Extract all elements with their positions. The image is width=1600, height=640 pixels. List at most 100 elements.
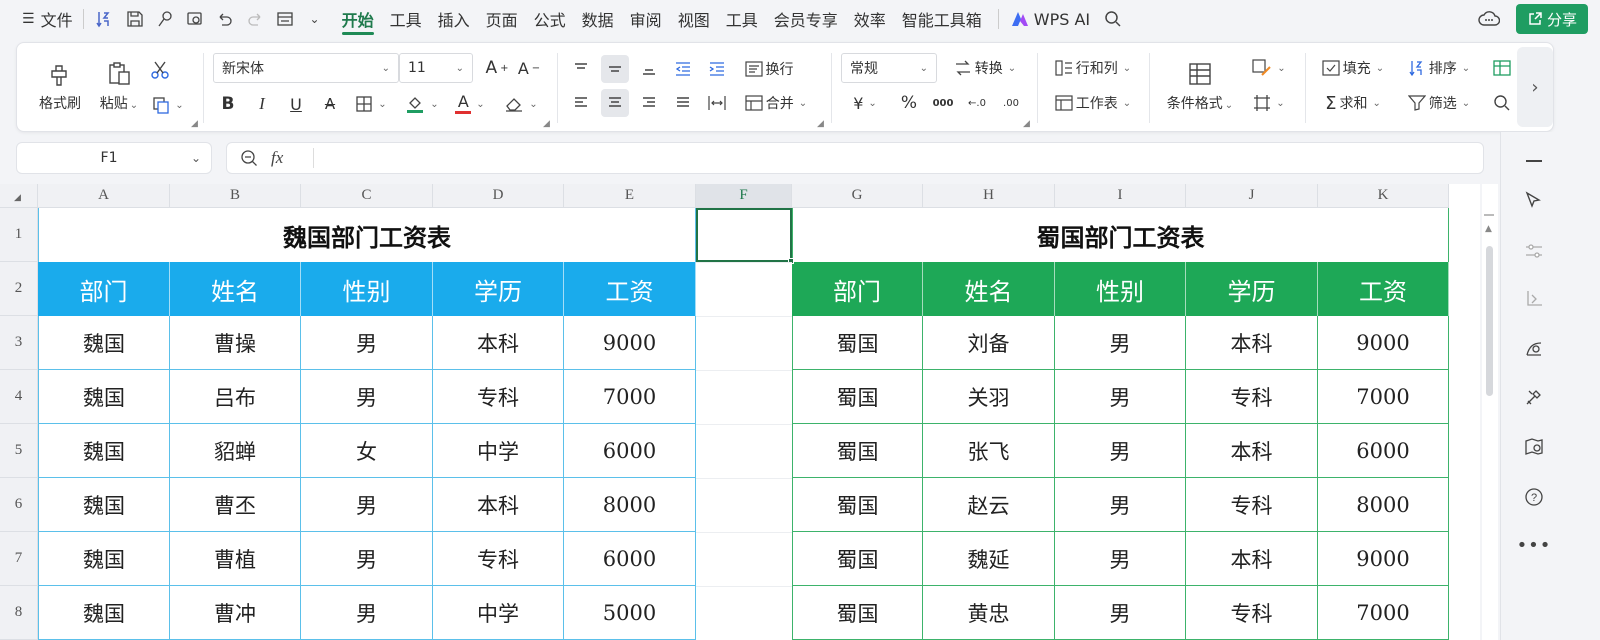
wei-data-cell[interactable]: 6000	[564, 424, 696, 478]
shu-data-cell[interactable]: 关羽	[923, 370, 1055, 424]
wei-header-cell[interactable]: 部门	[38, 262, 170, 316]
cloud-icon[interactable]	[1474, 4, 1504, 34]
shu-header-cell[interactable]: 学历	[1186, 262, 1318, 316]
fx-icon[interactable]: fx	[271, 148, 301, 168]
font-expand-icon[interactable]: ◢	[543, 119, 550, 129]
merge-button[interactable]: 合并 ⌄	[739, 89, 813, 117]
shu-data-cell[interactable]: 刘备	[923, 316, 1055, 370]
column-header-a[interactable]: A	[38, 184, 170, 208]
shu-data-cell[interactable]: 专科	[1186, 370, 1318, 424]
shu-data-cell[interactable]: 7000	[1318, 586, 1449, 640]
increase-decimal-icon[interactable]: ←.0	[963, 89, 991, 117]
align-top-icon[interactable]	[567, 55, 595, 83]
decrease-font-icon[interactable]: A −	[515, 53, 543, 83]
column-header-h[interactable]: H	[923, 184, 1055, 208]
tab-formula[interactable]: 公式	[526, 0, 574, 38]
zoom-search-icon[interactable]	[227, 149, 271, 167]
shu-data-cell[interactable]: 蜀国	[792, 586, 923, 640]
fill-button[interactable]: 填充 ⌄	[1315, 53, 1391, 83]
wei-data-cell[interactable]: 魏国	[38, 316, 170, 370]
wei-data-cell[interactable]: 专科	[433, 532, 564, 586]
tab-view[interactable]: 视图	[670, 0, 718, 38]
wei-header-cell[interactable]: 学历	[433, 262, 564, 316]
tab-data[interactable]: 数据	[574, 0, 622, 38]
shu-data-cell[interactable]: 男	[1055, 478, 1186, 532]
row-header-1[interactable]: 1	[0, 208, 38, 262]
shu-data-cell[interactable]: 9000	[1318, 532, 1449, 586]
wei-data-cell[interactable]: 5000	[564, 586, 696, 640]
shu-data-cell[interactable]: 蜀国	[792, 424, 923, 478]
border-icon[interactable]: ⌄	[351, 89, 391, 119]
tab-home[interactable]: 开始	[334, 0, 382, 38]
cut-icon[interactable]	[145, 55, 175, 85]
align-right-icon[interactable]	[635, 89, 663, 117]
shu-data-cell[interactable]: 本科	[1186, 424, 1318, 478]
align-bottom-icon[interactable]	[635, 55, 663, 83]
rows-cols-button[interactable]: 行和列 ⌄	[1049, 53, 1137, 83]
collapse-icon[interactable]	[1501, 146, 1567, 176]
shu-data-cell[interactable]: 蜀国	[792, 478, 923, 532]
column-header-i[interactable]: I	[1055, 184, 1186, 208]
shu-data-cell[interactable]: 男	[1055, 532, 1186, 586]
shu-data-cell[interactable]: 男	[1055, 424, 1186, 478]
paste-button[interactable]: 粘贴 ⌄	[93, 55, 145, 119]
column-header-g[interactable]: G	[792, 184, 923, 208]
wei-data-cell[interactable]: 中学	[433, 586, 564, 640]
wei-data-cell[interactable]: 8000	[564, 478, 696, 532]
column-header-f[interactable]: F	[696, 184, 792, 208]
clipboard-expand-icon[interactable]: ◢	[191, 119, 198, 129]
convert-button[interactable]: 转换 ⌄	[947, 53, 1023, 83]
scroll-up-icon[interactable]: ▲	[1485, 224, 1492, 234]
tab-efficiency[interactable]: 效率	[846, 0, 894, 38]
distribute-icon[interactable]	[703, 89, 731, 117]
column-header-b[interactable]: B	[170, 184, 301, 208]
sliders-icon[interactable]	[1501, 236, 1567, 266]
wei-data-cell[interactable]: 男	[301, 478, 433, 532]
row-header-6[interactable]: 6	[0, 478, 38, 532]
row-header-5[interactable]: 5	[0, 424, 38, 478]
transform-icon[interactable]	[1501, 284, 1567, 314]
wei-data-cell[interactable]: 曹冲	[170, 586, 301, 640]
wei-data-cell[interactable]: 9000	[564, 316, 696, 370]
tab-tools[interactable]: 工具	[382, 0, 430, 38]
shu-data-cell[interactable]: 男	[1055, 370, 1186, 424]
shu-header-cell[interactable]: 工资	[1318, 262, 1449, 316]
justify-icon[interactable]	[669, 89, 697, 117]
wei-data-cell[interactable]: 男	[301, 370, 433, 424]
increase-indent-icon[interactable]	[703, 55, 731, 83]
selected-cell-f1[interactable]	[696, 208, 792, 262]
filter-button[interactable]: 筛选 ⌄	[1401, 89, 1477, 117]
form-icon[interactable]	[270, 4, 300, 34]
conditional-format-button[interactable]: 条件格式 ⌄	[1161, 55, 1239, 119]
wei-table-title[interactable]: 魏国部门工资表	[38, 208, 696, 262]
shu-data-cell[interactable]: 魏延	[923, 532, 1055, 586]
column-header-k[interactable]: K	[1318, 184, 1449, 208]
shu-data-cell[interactable]: 7000	[1318, 370, 1449, 424]
scroll-thumb[interactable]	[1486, 246, 1493, 396]
wei-data-cell[interactable]: 曹丕	[170, 478, 301, 532]
wei-data-cell[interactable]: 本科	[433, 316, 564, 370]
shu-data-cell[interactable]: 蜀国	[792, 316, 923, 370]
name-box[interactable]: F1 ⌄	[16, 142, 212, 174]
tab-smart-toolbox[interactable]: 智能工具箱	[894, 0, 990, 38]
wrap-text-button[interactable]: 换行	[739, 55, 799, 83]
search-icon[interactable]	[1098, 4, 1128, 34]
wei-data-cell[interactable]: 吕布	[170, 370, 301, 424]
cell-style-icon[interactable]: ⌄	[1249, 53, 1289, 83]
font-color-icon[interactable]: A ⌄	[449, 89, 491, 119]
select-cursor-icon[interactable]	[1501, 186, 1567, 216]
wei-data-cell[interactable]: 魏国	[38, 478, 170, 532]
shu-data-cell[interactable]: 蜀国	[792, 370, 923, 424]
wei-header-cell[interactable]: 性别	[301, 262, 433, 316]
currency-button[interactable]: ¥ ⌄	[845, 89, 885, 117]
align-middle-icon[interactable]	[601, 55, 629, 83]
strikethrough-icon[interactable]: A	[317, 89, 343, 119]
shu-data-cell[interactable]: 赵云	[923, 478, 1055, 532]
sort-button[interactable]: 排序 ⌄	[1401, 53, 1477, 83]
sort-icon[interactable]	[90, 4, 120, 34]
print-preview-icon[interactable]	[180, 4, 210, 34]
chart-analysis-icon[interactable]	[1501, 334, 1567, 364]
wei-data-cell[interactable]: 魏国	[38, 370, 170, 424]
row-header-4[interactable]: 4	[0, 370, 38, 424]
shu-data-cell[interactable]: 男	[1055, 316, 1186, 370]
